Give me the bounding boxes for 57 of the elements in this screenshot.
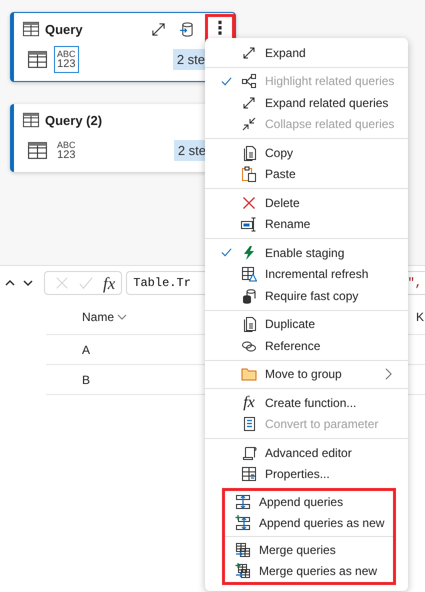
merge-new-icon <box>235 563 251 580</box>
table-icon <box>22 112 40 128</box>
scroll-icon <box>241 444 257 461</box>
query-title: Query (2) <box>45 112 102 128</box>
menu-item[interactable]: Append queries as new <box>225 512 393 534</box>
table-icon <box>22 21 40 37</box>
menu-item[interactable]: fx Create function... <box>205 392 408 414</box>
type-label: 123 <box>57 58 76 70</box>
column-header[interactable]: Name <box>82 310 114 324</box>
table-cell: A <box>82 342 90 356</box>
database-icon <box>241 288 257 304</box>
expand-icon <box>241 44 257 61</box>
merge-icon <box>235 542 251 558</box>
steps-badge[interactable]: 2 ste <box>172 48 205 70</box>
database-arrow-icon[interactable] <box>179 22 194 36</box>
copy-icon <box>241 144 257 161</box>
column-header[interactable]: K <box>416 310 424 324</box>
type-label: ABC <box>57 140 76 150</box>
menu-item[interactable]: Rename <box>205 214 408 235</box>
list-icon <box>241 416 257 432</box>
type-label: 123 <box>57 150 76 160</box>
table-triangle-icon <box>241 266 257 282</box>
menu-item[interactable]: Append queries <box>225 491 393 512</box>
table-icon <box>27 140 48 160</box>
steps-badge[interactable]: 2 ste <box>174 140 206 160</box>
table-cell: B <box>82 372 90 386</box>
menu-item[interactable]: Require fast copy <box>205 285 408 306</box>
menu-item[interactable]: Delete <box>205 192 408 214</box>
menu-item[interactable]: Properties... <box>205 464 408 485</box>
query-title: Query <box>45 22 83 36</box>
fx-icon[interactable]: fx <box>103 274 116 292</box>
share-nodes-icon <box>241 73 257 90</box>
fx-icon: fx <box>241 394 257 411</box>
table-list-icon <box>241 466 257 482</box>
query-card[interactable]: Query ⋮ ABC 123 2 ste <box>10 12 236 82</box>
check-icon[interactable] <box>79 276 93 290</box>
menu-item[interactable]: Incremental refresh <box>205 264 408 285</box>
rename-icon <box>241 216 257 232</box>
table-icon <box>27 50 48 68</box>
menu-item[interactable]: Merge queries <box>225 539 393 560</box>
copy-icon <box>241 316 257 332</box>
menu-item[interactable]: Move to group <box>205 364 408 385</box>
expand-icon <box>241 94 257 111</box>
clipboard-icon <box>241 166 257 182</box>
expand-icon[interactable] <box>151 22 166 36</box>
menu-item[interactable]: Merge queries as new <box>225 560 393 582</box>
append-icon <box>235 494 251 510</box>
lightning-icon <box>241 244 257 261</box>
append-new-icon <box>235 515 251 532</box>
menu-item[interactable]: Reference <box>205 335 408 356</box>
type-label: ABC <box>57 48 76 58</box>
menu-item[interactable]: Enable staging <box>205 242 408 264</box>
delete-icon <box>241 194 257 211</box>
collapse-icon <box>241 116 257 132</box>
folder-icon <box>241 366 257 382</box>
menu-item[interactable]: Advanced editor <box>205 442 408 464</box>
menu-item[interactable]: Duplicate <box>205 314 408 335</box>
